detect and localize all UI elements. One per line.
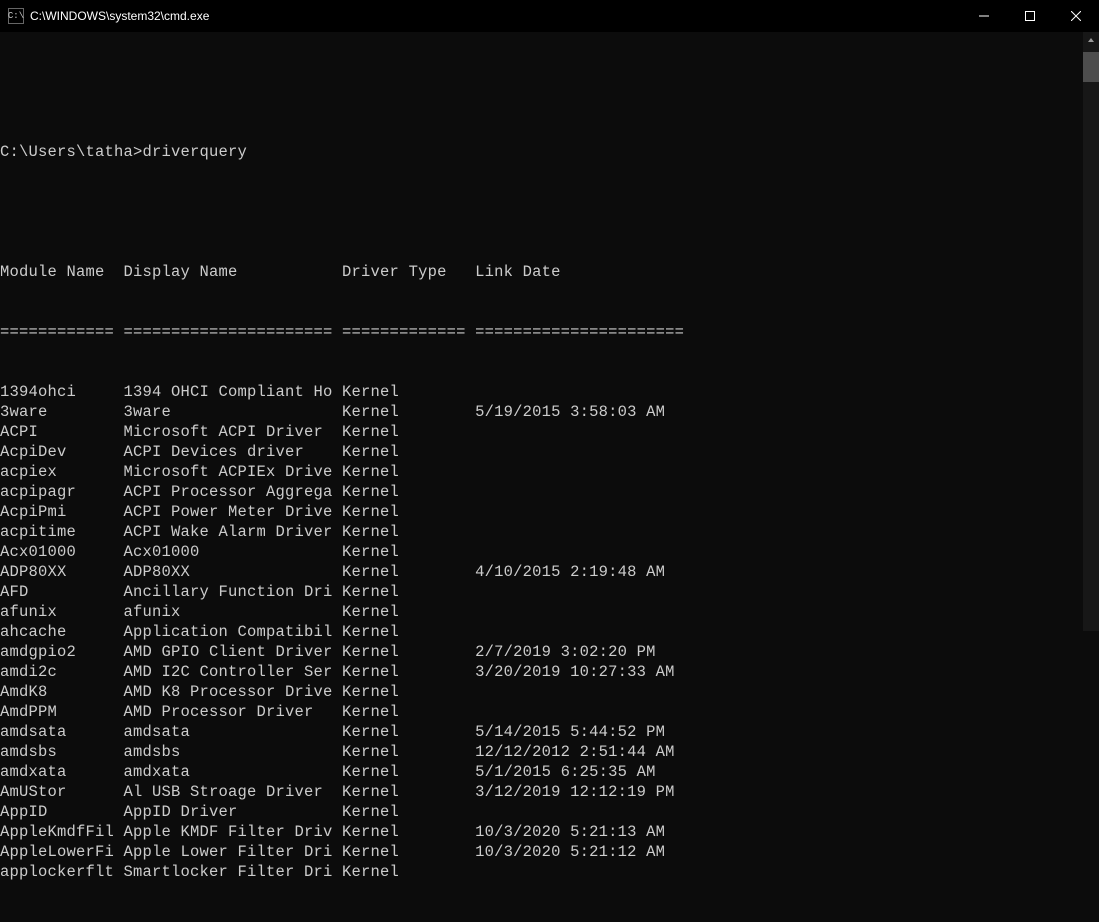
- table-row: applockerflt Smartlocker Filter Dri Kern…: [0, 862, 1099, 882]
- terminal-content: C:\Users\tatha>driverquery Module Name D…: [0, 32, 1099, 922]
- prompt-line: C:\Users\tatha>driverquery: [0, 132, 1099, 162]
- table-row: acpitime ACPI Wake Alarm Driver Kernel: [0, 522, 1099, 542]
- table-row: AppID AppID Driver Kernel: [0, 802, 1099, 822]
- titlebar-left: C:\ C:\WINDOWS\system32\cmd.exe: [8, 8, 209, 24]
- terminal-area[interactable]: C:\Users\tatha>driverquery Module Name D…: [0, 32, 1099, 631]
- table-row: ACPI Microsoft ACPI Driver Kernel: [0, 422, 1099, 442]
- table-row: amdxata amdxata Kernel 5/1/2015 6:25:35 …: [0, 762, 1099, 782]
- table-row: 1394ohci 1394 OHCI Compliant Ho Kernel: [0, 382, 1099, 402]
- table-row: AmUStor Al USB Stroage Driver Kernel 3/1…: [0, 782, 1099, 802]
- table-row: amdi2c AMD I2C Controller Ser Kernel 3/2…: [0, 662, 1099, 682]
- window-title: C:\WINDOWS\system32\cmd.exe: [30, 9, 209, 23]
- table-row: acpiex Microsoft ACPIEx Drive Kernel: [0, 462, 1099, 482]
- maximize-button[interactable]: [1007, 0, 1053, 32]
- table-row: AFD Ancillary Function Dri Kernel: [0, 582, 1099, 602]
- table-row: afunix afunix Kernel: [0, 602, 1099, 622]
- table-row: 3ware 3ware Kernel 5/19/2015 3:58:03 AM: [0, 402, 1099, 422]
- window-controls: [961, 0, 1099, 32]
- cmd-icon: C:\: [8, 8, 24, 24]
- table-row: AcpiDev ACPI Devices driver Kernel: [0, 442, 1099, 462]
- close-button[interactable]: [1053, 0, 1099, 32]
- table-row: AmdPPM AMD Processor Driver Kernel: [0, 702, 1099, 722]
- table-row: amdgpio2 AMD GPIO Client Driver Kernel 2…: [0, 642, 1099, 662]
- table-row: amdsbs amdsbs Kernel 12/12/2012 2:51:44 …: [0, 742, 1099, 762]
- table-row: AppleKmdfFil Apple KMDF Filter Driv Kern…: [0, 822, 1099, 842]
- driver-rows: 1394ohci 1394 OHCI Compliant Ho Kernel 3…: [0, 382, 1099, 882]
- window-titlebar: C:\ C:\WINDOWS\system32\cmd.exe: [0, 0, 1099, 32]
- table-row: AcpiPmi ACPI Power Meter Drive Kernel: [0, 502, 1099, 522]
- scrollbar-track[interactable]: [1083, 32, 1099, 631]
- scrollbar-up-arrow[interactable]: [1083, 32, 1099, 48]
- scrollbar-thumb[interactable]: [1083, 52, 1099, 82]
- table-row: Acx01000 Acx01000 Kernel: [0, 542, 1099, 562]
- table-row: ahcache Application Compatibil Kernel: [0, 622, 1099, 642]
- table-row: acpipagr ACPI Processor Aggrega Kernel: [0, 482, 1099, 502]
- minimize-button[interactable]: [961, 0, 1007, 32]
- table-row: AmdK8 AMD K8 Processor Drive Kernel: [0, 682, 1099, 702]
- table-row: ADP80XX ADP80XX Kernel 4/10/2015 2:19:48…: [0, 562, 1099, 582]
- table-row: amdsata amdsata Kernel 5/14/2015 5:44:52…: [0, 722, 1099, 742]
- column-separators: ============ ====================== ====…: [0, 322, 1099, 342]
- table-row: AppleLowerFi Apple Lower Filter Dri Kern…: [0, 842, 1099, 862]
- column-headers: Module Name Display Name Driver Type Lin…: [0, 262, 1099, 282]
